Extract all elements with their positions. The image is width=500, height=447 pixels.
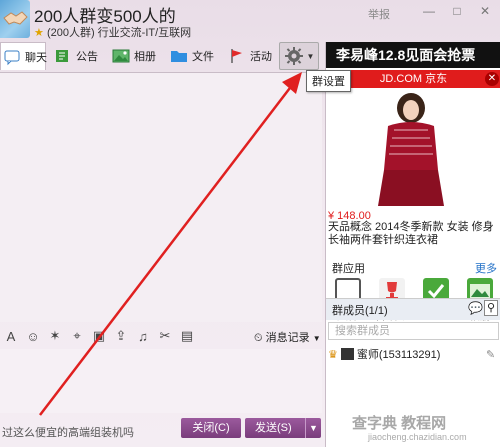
clock-icon: ⏲ <box>254 332 263 344</box>
announcement-icon <box>54 47 72 65</box>
handshake-icon <box>3 11 28 25</box>
group-settings-tooltip: 群设置 <box>306 70 351 92</box>
tab-activity[interactable]: 活动 <box>228 42 272 70</box>
music-icon[interactable]: ♫ <box>132 329 154 344</box>
watermark-url: jiaocheng.chazidian.com <box>368 432 467 442</box>
gear-icon <box>284 47 303 65</box>
font-icon[interactable]: A <box>0 329 22 344</box>
flag-icon <box>228 47 246 65</box>
edit-icon[interactable]: ✎ <box>486 348 495 361</box>
chevron-down-icon: ▼ <box>306 51 315 61</box>
star-icon: ★ <box>34 27 44 39</box>
send-button[interactable]: 发送(S) ▼ <box>245 418 321 438</box>
tab-chat-label: 聊天 <box>25 51 47 64</box>
jd-brand-bar: JD.COM 京东 <box>326 70 500 88</box>
promo-banner[interactable]: 李易峰12.8见面会抢票 <box>326 42 500 68</box>
member-search-input[interactable]: 搜索群成员 <box>328 322 499 340</box>
close-window-button[interactable]: ✕ <box>476 4 494 18</box>
tab-album[interactable]: 相册 <box>112 42 156 70</box>
magic-icon[interactable]: ✶ <box>44 328 66 344</box>
scissors-icon[interactable]: ✂ <box>154 328 176 344</box>
member-list-item[interactable]: ♛ 蜜师(153113291) <box>328 346 440 362</box>
group-category: (200人群) 行业交流-IT/互联网 <box>46 27 192 39</box>
group-avatar[interactable] <box>0 0 30 38</box>
members-title: 群成员(1/1) <box>332 305 388 317</box>
member-avatar <box>340 348 354 360</box>
chevron-down-icon: ▼ <box>312 334 321 343</box>
tab-announcement[interactable]: 公告 <box>54 42 98 70</box>
chat-bubble-icon[interactable]: 💬 <box>468 301 483 315</box>
tab-chat[interactable]: 聊天 <box>0 42 47 70</box>
owner-crown-icon: ♛ <box>328 348 338 361</box>
image-icon[interactable]: ▣ <box>88 328 110 344</box>
ad-close-icon[interactable]: ✕ <box>485 72 499 86</box>
chat-icon <box>3 48 21 66</box>
right-side-panel: 李易峰12.8见面会抢票 JD.COM 京东 ✕ ¥ 148.00 天品概念 2… <box>325 42 500 447</box>
close-button[interactable]: 关闭(C) <box>181 418 241 438</box>
group-apps-title: 群应用 <box>332 263 365 275</box>
fashion-model-image <box>378 93 444 206</box>
message-history-button[interactable]: ⏲ 消息记录 ▼ <box>254 329 321 345</box>
message-history-label: 消息记录 <box>265 332 310 344</box>
message-input[interactable] <box>0 349 322 413</box>
jd-advertisement[interactable]: JD.COM 京东 ✕ ¥ 148.00 天品概念 2014冬季新款 女装 修身… <box>326 70 500 252</box>
emoji-icon[interactable]: ☺ <box>22 329 44 344</box>
input-ad-text[interactable]: 过这么便宜的高端组装机吗 <box>2 424 134 440</box>
report-link[interactable]: 举报 <box>368 6 390 22</box>
upload-icon[interactable]: ⇪ <box>110 328 132 344</box>
chat-message-area[interactable] <box>0 72 322 322</box>
group-toolbar: 聊天 公告 相册 文件 活动 ▼ <box>0 42 325 72</box>
maximize-button[interactable]: □ <box>448 4 466 18</box>
shake-icon[interactable]: ⌖ <box>66 328 88 344</box>
minimize-button[interactable]: — <box>420 4 438 18</box>
qq-group-chat-window: 200人群变500人的 ★ (200人群) 行业交流-IT/互联网 举报 — □… <box>0 0 500 447</box>
search-icon[interactable]: ⚲ <box>484 300 498 316</box>
folder-icon <box>170 47 188 65</box>
window-header: 200人群变500人的 ★ (200人群) 行业交流-IT/互联网 举报 — □… <box>0 0 500 42</box>
tab-activity-label: 活动 <box>250 51 272 63</box>
watermark: 查字典 教程网 <box>352 415 447 432</box>
member-name: 蜜师(153113291) <box>356 349 441 361</box>
tab-announcement-label: 公告 <box>76 51 98 63</box>
more-icon[interactable]: ▤ <box>176 328 198 344</box>
group-apps-more-link[interactable]: 更多 <box>475 260 497 276</box>
group-subtitle: ★ (200人群) 行业交流-IT/互联网 <box>34 24 191 40</box>
tab-album-label: 相册 <box>134 51 156 63</box>
send-options-chevron-icon[interactable]: ▼ <box>305 418 321 438</box>
send-button-label: 发送(S) <box>255 422 292 434</box>
product-description: 天品概念 2014冬季新款 女装 修身长袖两件套针织连衣裙 <box>328 221 494 246</box>
tab-files[interactable]: 文件 <box>170 42 214 70</box>
group-settings-button[interactable]: ▼ <box>279 42 319 70</box>
tab-files-label: 文件 <box>192 51 214 63</box>
album-icon <box>112 47 130 65</box>
